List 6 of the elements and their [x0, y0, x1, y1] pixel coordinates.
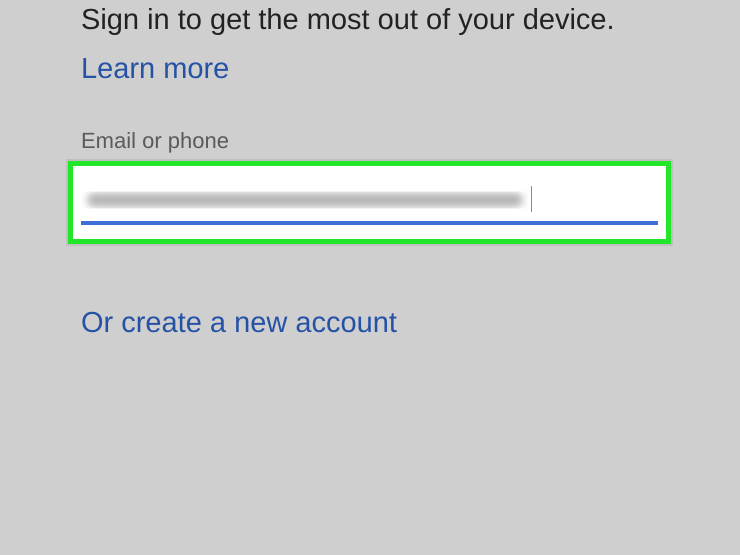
learn-more-link[interactable]: Learn more	[81, 53, 230, 85]
email-field[interactable]	[68, 161, 671, 244]
field-label: Email or phone	[81, 127, 229, 155]
create-account-link[interactable]: Or create a new account	[81, 307, 397, 339]
text-cursor	[531, 186, 532, 212]
intro-text: Sign in to get the most out of your device. Learn more	[81, 3, 616, 87]
